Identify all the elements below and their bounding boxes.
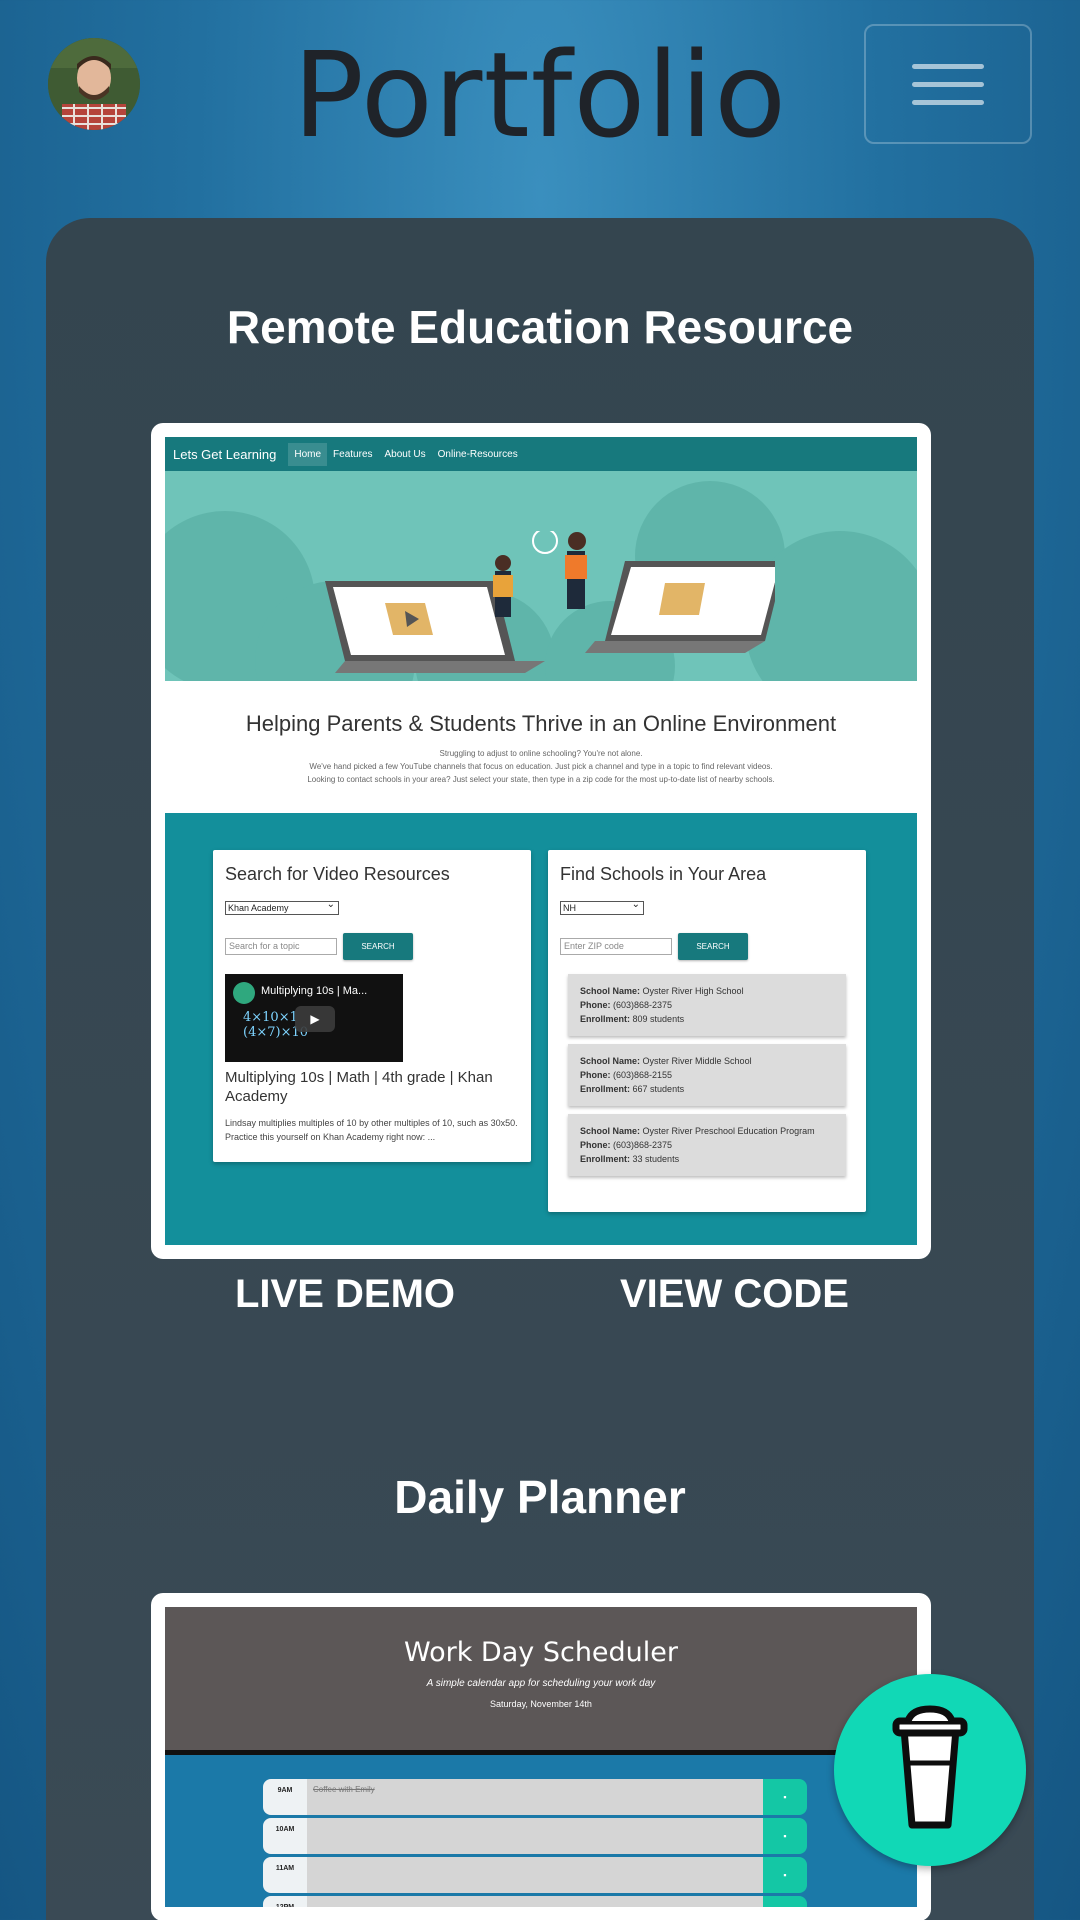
mock-channel-select: Khan Academy: [225, 899, 339, 915]
mock-hour-row: 12PM ▪: [263, 1896, 811, 1907]
mock-zip-input: Enter ZIP code: [560, 938, 672, 955]
mock-search-button: SEARCH: [678, 933, 748, 960]
project-screenshot[interactable]: Work Day Scheduler A simple calendar app…: [151, 1593, 931, 1920]
mock-school-card: Find Schools in Your Area NH Enter ZIP c…: [548, 850, 866, 1212]
buy-me-a-coffee-button[interactable]: [834, 1674, 1026, 1866]
mock-scheduler-title: Work Day Scheduler: [403, 1637, 679, 1668]
mock-scheduler-tagline: A simple calendar app for scheduling you…: [426, 1678, 656, 1689]
hamburger-icon-line: [912, 99, 984, 105]
mock-hour-row: 9AM Coffee with Emily ▪: [263, 1779, 811, 1815]
mock-school-item: School Name: Oyster River Middle School …: [568, 1044, 846, 1106]
play-icon: ▶: [295, 1006, 335, 1032]
mock-search-button: SEARCH: [343, 933, 413, 960]
mock-video-title: Multiplying 10s | Math | 4th grade | Kha…: [225, 1069, 493, 1105]
laptops-illustration: [325, 531, 775, 673]
mock-hour-row: 11AM ▪: [263, 1857, 811, 1893]
save-icon: ▪: [763, 1818, 807, 1854]
mock-teal-section: Search for Video Resources Khan Academy …: [165, 813, 917, 1245]
mock-nav-link: Online-Resources: [437, 448, 518, 460]
coffee-cup-icon: [892, 1705, 968, 1829]
mock-navbar: Lets Get Learning Home Features About Us…: [165, 437, 917, 471]
save-icon: ▪: [763, 1857, 807, 1893]
projects-panel: Remote Education Resource Lets Get Learn…: [46, 218, 1034, 1920]
mock-school-item: School Name: Oyster River High School Ph…: [568, 974, 846, 1036]
mock-school-item: School Name: Oyster River Preschool Educ…: [568, 1114, 846, 1176]
mock-brand: Lets Get Learning: [173, 446, 277, 462]
save-icon: ▪: [763, 1896, 807, 1907]
mock-scheduler-header: Work Day Scheduler A simple calendar app…: [165, 1607, 917, 1755]
mock-scheduler-date: Saturday, November 14th: [490, 1699, 592, 1709]
menu-button[interactable]: [864, 24, 1032, 144]
mock-video-thumbnail: Multiplying 10s | Ma... 4×10×1 (4×7)×10 ▶: [225, 974, 403, 1062]
project-title: Daily Planner: [394, 1471, 686, 1523]
mock-hour-row: 10AM ▪: [263, 1818, 811, 1854]
live-demo-link[interactable]: LIVE DEMO: [235, 1272, 455, 1317]
save-icon: ▪: [763, 1779, 807, 1815]
mock-nav-link: About Us: [384, 448, 426, 460]
screenshot-remote-education: Lets Get Learning Home Features About Us…: [165, 437, 917, 1245]
mock-topic-input: Search for a topic: [225, 938, 337, 955]
khan-logo-icon: [233, 982, 255, 1004]
mock-card-title: Search for Video Resources: [225, 864, 450, 884]
view-code-link[interactable]: VIEW CODE: [620, 1272, 849, 1317]
mock-state-select: NH: [560, 899, 644, 915]
mock-heading: Helping Parents & Students Thrive in an …: [245, 711, 837, 736]
mock-card-title: Find Schools in Your Area: [560, 864, 767, 884]
mock-nav-link: Home: [288, 442, 328, 466]
mock-video-desc: Lindsay multiplies multiples of 10 by ot…: [225, 1118, 518, 1142]
project-screenshot[interactable]: Lets Get Learning Home Features About Us…: [151, 423, 931, 1259]
hamburger-icon-line: [912, 81, 984, 87]
mock-thumb-title: Multiplying 10s | Ma...: [261, 985, 368, 997]
mock-video-card: Search for Video Resources Khan Academy …: [213, 850, 531, 1162]
mock-nav-link: Features: [333, 448, 373, 460]
mock-hero-illustration: [165, 471, 917, 681]
mock-subtext: Struggling to adjust to online schooling…: [307, 749, 775, 784]
project-title: Remote Education Resource: [226, 301, 854, 353]
screenshot-daily-planner: Work Day Scheduler A simple calendar app…: [165, 1607, 917, 1907]
hamburger-icon-line: [912, 63, 984, 69]
